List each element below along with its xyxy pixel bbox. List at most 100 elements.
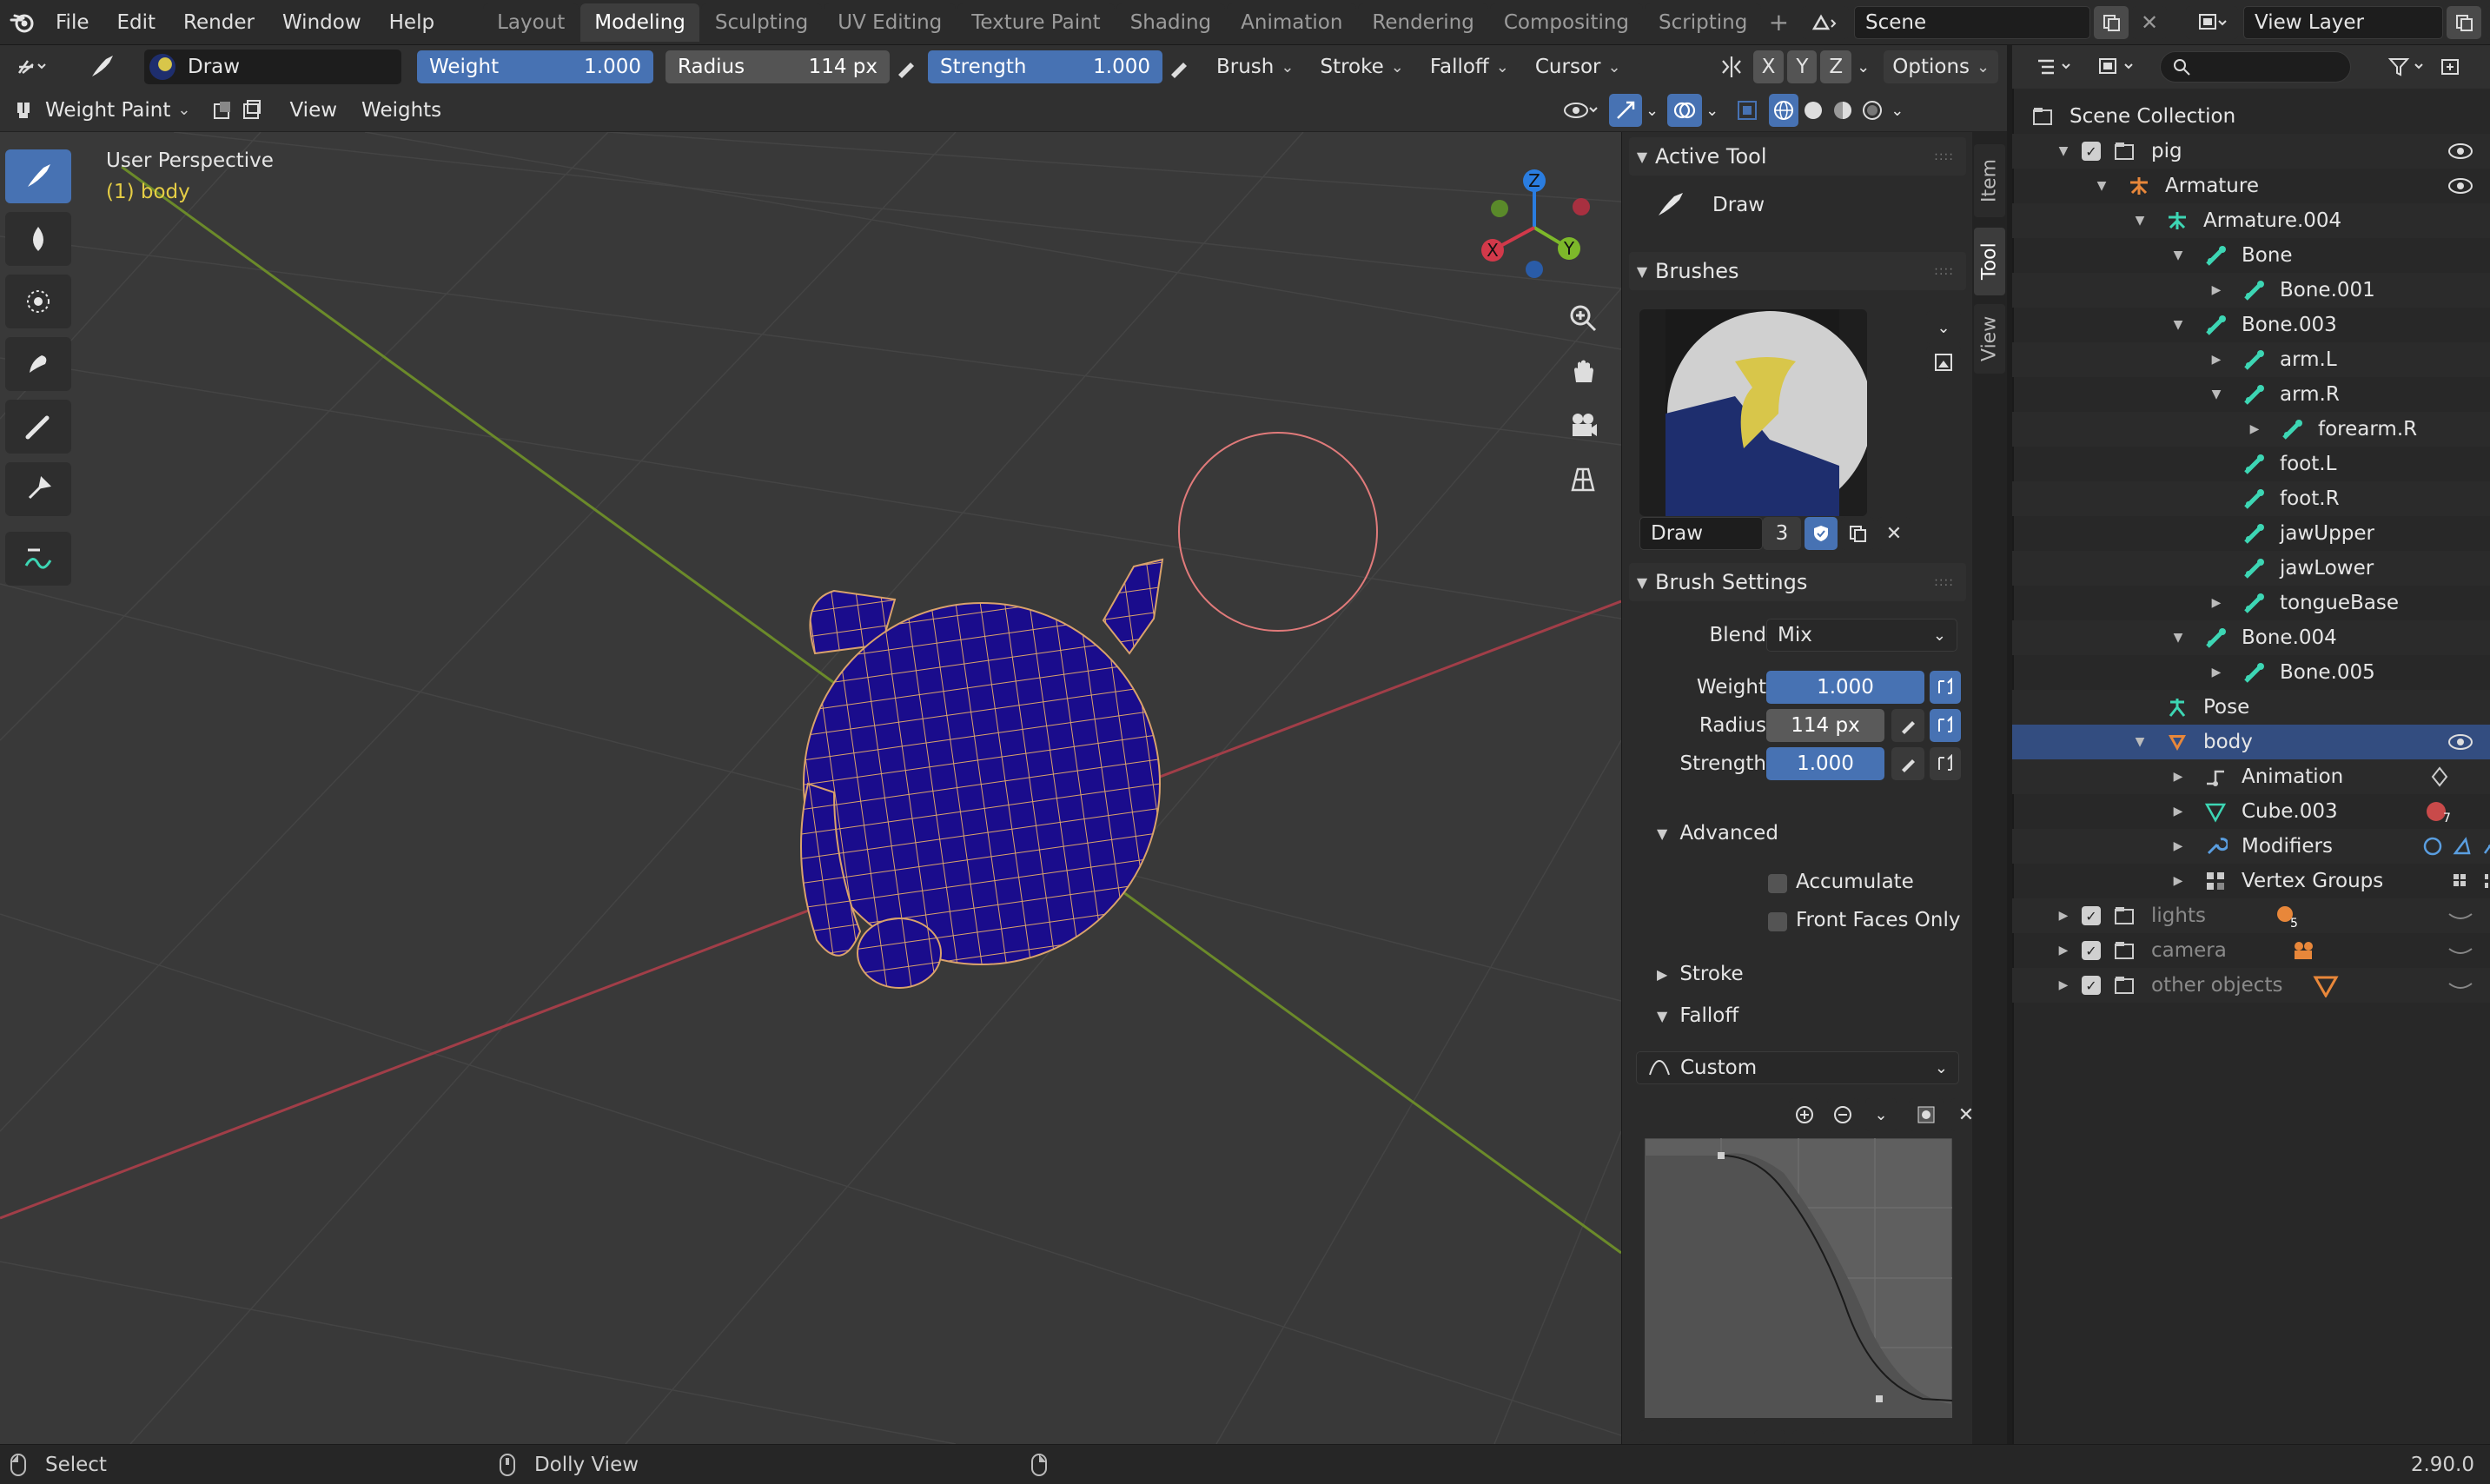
exclude-checkbox[interactable]: ✓ <box>2082 134 2101 169</box>
active-tool-panel-header[interactable]: ▼ Active Tool :::: <box>1629 137 1966 176</box>
radius-pressure-icon[interactable] <box>1891 709 1924 742</box>
collapse-triangle-icon[interactable]: ▼ <box>2050 134 2076 169</box>
drag-grip-icon[interactable]: :::: <box>1934 149 1954 163</box>
blender-logo-icon[interactable] <box>3 3 42 42</box>
falloff-subpanel-header[interactable]: ▼ Falloff <box>1657 1004 1738 1027</box>
expand-triangle-icon[interactable]: ▶ <box>2165 864 2191 898</box>
advanced-subpanel-header[interactable]: ▼ Advanced <box>1657 822 1778 845</box>
visibility-eye-icon[interactable] <box>2447 134 2474 169</box>
outliner-row-jawupper[interactable]: jawUpper <box>2012 516 2490 551</box>
strength-pressure-icon[interactable] <box>1891 747 1924 780</box>
outliner-row-pig[interactable]: ▼ ✓ pig <box>2012 134 2490 169</box>
fake-user-shield-icon[interactable] <box>1805 517 1838 550</box>
wireframe-shading-icon[interactable] <box>1769 94 1799 127</box>
smooth-falloff-icon[interactable] <box>1639 1430 1671 1444</box>
tab-animation[interactable]: Animation <box>1227 3 1357 42</box>
collapse-triangle-icon[interactable]: ▼ <box>2165 238 2191 273</box>
outliner-row-lights[interactable]: ▶ ✓ lights 5 <box>2012 898 2490 933</box>
clipping-icon[interactable] <box>1909 1098 1944 1131</box>
overlays-toggle-icon[interactable] <box>1667 94 1703 127</box>
expand-triangle-icon[interactable]: ▶ <box>2203 655 2229 690</box>
outliner-row-arm-r[interactable]: ▼ arm.R <box>2012 377 2490 412</box>
strength-pressure-icon[interactable] <box>1162 50 1195 83</box>
tab-tool[interactable]: Tool <box>1974 228 2005 295</box>
outliner-row-foot-r[interactable]: foot.R <box>2012 481 2490 516</box>
mirror-z-toggle[interactable]: Z <box>1820 50 1852 83</box>
brush-settings-panel-header[interactable]: ▼ Brush Settings :::: <box>1629 563 1966 601</box>
view-layer-icon[interactable] <box>2186 6 2238 39</box>
annotate-tool-icon[interactable] <box>5 532 71 586</box>
outliner-search-input[interactable] <box>2160 51 2351 83</box>
expand-triangle-icon[interactable]: ▶ <box>2165 794 2191 829</box>
smear-tool-icon[interactable] <box>5 337 71 391</box>
accumulate-checkbox[interactable] <box>1768 874 1787 893</box>
tab-view[interactable]: View <box>1974 304 2005 374</box>
options-menu[interactable]: Options ⌄ <box>1884 50 1999 83</box>
radius-pressure-icon[interactable] <box>890 50 923 83</box>
blur-tool-icon[interactable] <box>5 212 71 266</box>
zoom-in-icon[interactable] <box>1789 1098 1820 1131</box>
outliner-row-cube-003[interactable]: ▶ Cube.003 7 <box>2012 794 2490 829</box>
expand-triangle-icon[interactable]: ▶ <box>2050 968 2076 1003</box>
brush-image-icon[interactable] <box>1926 346 1961 379</box>
shading-options-icon[interactable]: ⌄ <box>1887 94 1907 127</box>
solid-shading-icon[interactable] <box>1798 94 1828 127</box>
outliner-row-bone-003[interactable]: ▼ Bone.003 <box>2012 308 2490 342</box>
outliner-row-bone-005[interactable]: ▶ Bone.005 <box>2012 655 2490 690</box>
scene-name-field[interactable]: Scene <box>1854 6 2090 39</box>
3d-viewport[interactable]: User Perspective (1) body Z Y X <box>0 132 1621 1444</box>
outliner-row-camera[interactable]: ▶ ✓ camera <box>2012 933 2490 968</box>
expand-triangle-icon[interactable]: ▶ <box>2050 898 2076 933</box>
falloff-curve-editor[interactable] <box>1645 1138 1952 1418</box>
weight-unified-icon[interactable] <box>1930 671 1961 704</box>
weight-field[interactable]: 1.000 <box>1766 671 1924 704</box>
falloff-preset-dropdown[interactable]: Custom ⌄ <box>1636 1051 1959 1084</box>
display-mode-icon[interactable] <box>2092 50 2144 83</box>
constant-falloff-icon[interactable] <box>1831 1430 1862 1444</box>
rendered-shading-icon[interactable] <box>1858 94 1887 127</box>
hidden-eye-icon[interactable] <box>2447 968 2474 1003</box>
outliner-row-vertex-groups[interactable]: ▶ Vertex Groups <box>2012 864 2490 898</box>
tab-item[interactable]: Item <box>1974 144 2005 217</box>
mirror-options-icon[interactable]: ⌄ <box>1851 50 1875 83</box>
pig-mesh[interactable] <box>782 419 1199 1010</box>
collapse-triangle-icon[interactable]: ▼ <box>2127 203 2153 238</box>
outliner-row-armature-004[interactable]: ▼ Armature.004 <box>2012 203 2490 238</box>
exclude-checkbox[interactable]: ✓ <box>2082 933 2101 968</box>
delete-scene-icon[interactable]: ✕ <box>2132 6 2167 39</box>
tab-uv-editing[interactable]: UV Editing <box>824 3 957 42</box>
strength-field[interactable]: 1.000 <box>1766 747 1884 780</box>
tab-shading[interactable]: Shading <box>1116 3 1226 42</box>
collapse-triangle-icon[interactable]: ▼ <box>2165 620 2191 655</box>
strength-slider[interactable]: Strength 1.000 <box>928 50 1162 83</box>
unlink-brush-icon[interactable]: ✕ <box>1877 517 1911 550</box>
menu-render[interactable]: Render <box>169 0 268 45</box>
keyframe-child-icon[interactable] <box>2427 759 2452 794</box>
lights-child-icon[interactable]: 5 <box>2273 898 2302 933</box>
zoom-icon[interactable] <box>1559 294 1607 342</box>
overlays-options-icon[interactable]: ⌄ <box>1702 94 1722 127</box>
material-shading-icon[interactable] <box>1828 94 1858 127</box>
outliner-row-modifiers[interactable]: ▶ Modifiers <box>2012 829 2490 864</box>
expand-triangle-icon[interactable]: ▶ <box>2203 273 2229 308</box>
brushes-panel-header[interactable]: ▼ Brushes :::: <box>1629 252 1966 290</box>
linear-falloff-icon[interactable] <box>1792 1430 1824 1444</box>
brush-name-field[interactable]: Draw <box>1639 517 1763 550</box>
falloff-menu[interactable]: Falloff ⌄ <box>1421 50 1518 83</box>
expand-triangle-icon[interactable]: ▶ <box>2203 342 2229 377</box>
blend-dropdown[interactable]: Mix ⌄ <box>1766 619 1957 652</box>
active-tool-row[interactable]: Draw <box>1653 189 1765 221</box>
delete-view-layer-icon[interactable]: ✕ <box>2485 6 2490 39</box>
radius-field[interactable]: 114 px <box>1766 709 1884 742</box>
tab-layout[interactable]: Layout <box>483 3 579 42</box>
mirror-x-toggle[interactable]: X <box>1752 50 1785 83</box>
tab-modeling[interactable]: Modeling <box>580 3 699 42</box>
drag-grip-icon[interactable]: :::: <box>1934 575 1954 589</box>
visibility-icon[interactable] <box>1559 94 1604 127</box>
sample-weight-tool-icon[interactable] <box>5 462 71 516</box>
brush-selector[interactable]: Draw <box>144 50 401 84</box>
brush-menu[interactable]: Brush ⌄ <box>1208 50 1302 83</box>
pan-hand-icon[interactable] <box>1559 348 1607 396</box>
view-menu[interactable]: View <box>279 94 348 127</box>
zoom-out-icon[interactable] <box>1827 1098 1858 1131</box>
